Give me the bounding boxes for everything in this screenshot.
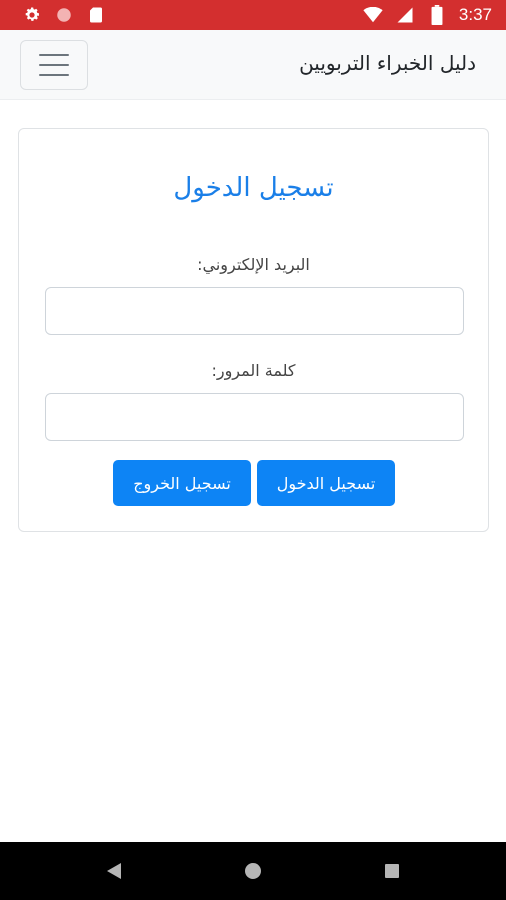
- password-label: كلمة المرور:: [211, 361, 296, 380]
- home-icon: [245, 863, 261, 879]
- email-field[interactable]: [45, 287, 464, 335]
- email-label: البريد الإلكتروني:: [197, 255, 310, 274]
- circle-icon: [54, 5, 74, 25]
- status-bar: 3:37: [0, 0, 506, 30]
- sim-card-icon: [86, 5, 106, 25]
- back-icon: [107, 863, 121, 879]
- home-button[interactable]: [223, 842, 283, 900]
- wifi-icon: [363, 5, 383, 25]
- status-time: 3:37: [458, 5, 492, 24]
- signal-icon: [395, 5, 415, 25]
- recents-button[interactable]: [362, 842, 422, 900]
- login-button[interactable]: تسجيل الدخول: [257, 460, 395, 506]
- brand-title[interactable]: دليل الخبراء التربويين: [299, 51, 476, 75]
- hamburger-menu-icon: [39, 54, 69, 56]
- recents-icon: [385, 864, 399, 878]
- logout-button[interactable]: تسجيل الخروج: [113, 460, 251, 506]
- login-title: تسجيل الدخول: [173, 173, 334, 203]
- app-navbar: دليل الخبراء التربويين: [0, 30, 506, 100]
- status-right-icons: 3:37: [363, 5, 492, 25]
- login-card: تسجيل الدخول البريد الإلكتروني: كلمة الم…: [18, 128, 489, 532]
- battery-icon: [427, 5, 447, 25]
- gear-icon: [22, 5, 42, 25]
- hamburger-menu-icon-bar: [39, 64, 69, 66]
- hamburger-menu-icon-bar: [39, 74, 69, 76]
- back-button[interactable]: [84, 842, 144, 900]
- password-field[interactable]: [45, 393, 464, 441]
- system-nav-bar: [0, 842, 506, 900]
- status-left-icons: [22, 5, 106, 25]
- hamburger-menu-button[interactable]: [20, 40, 88, 90]
